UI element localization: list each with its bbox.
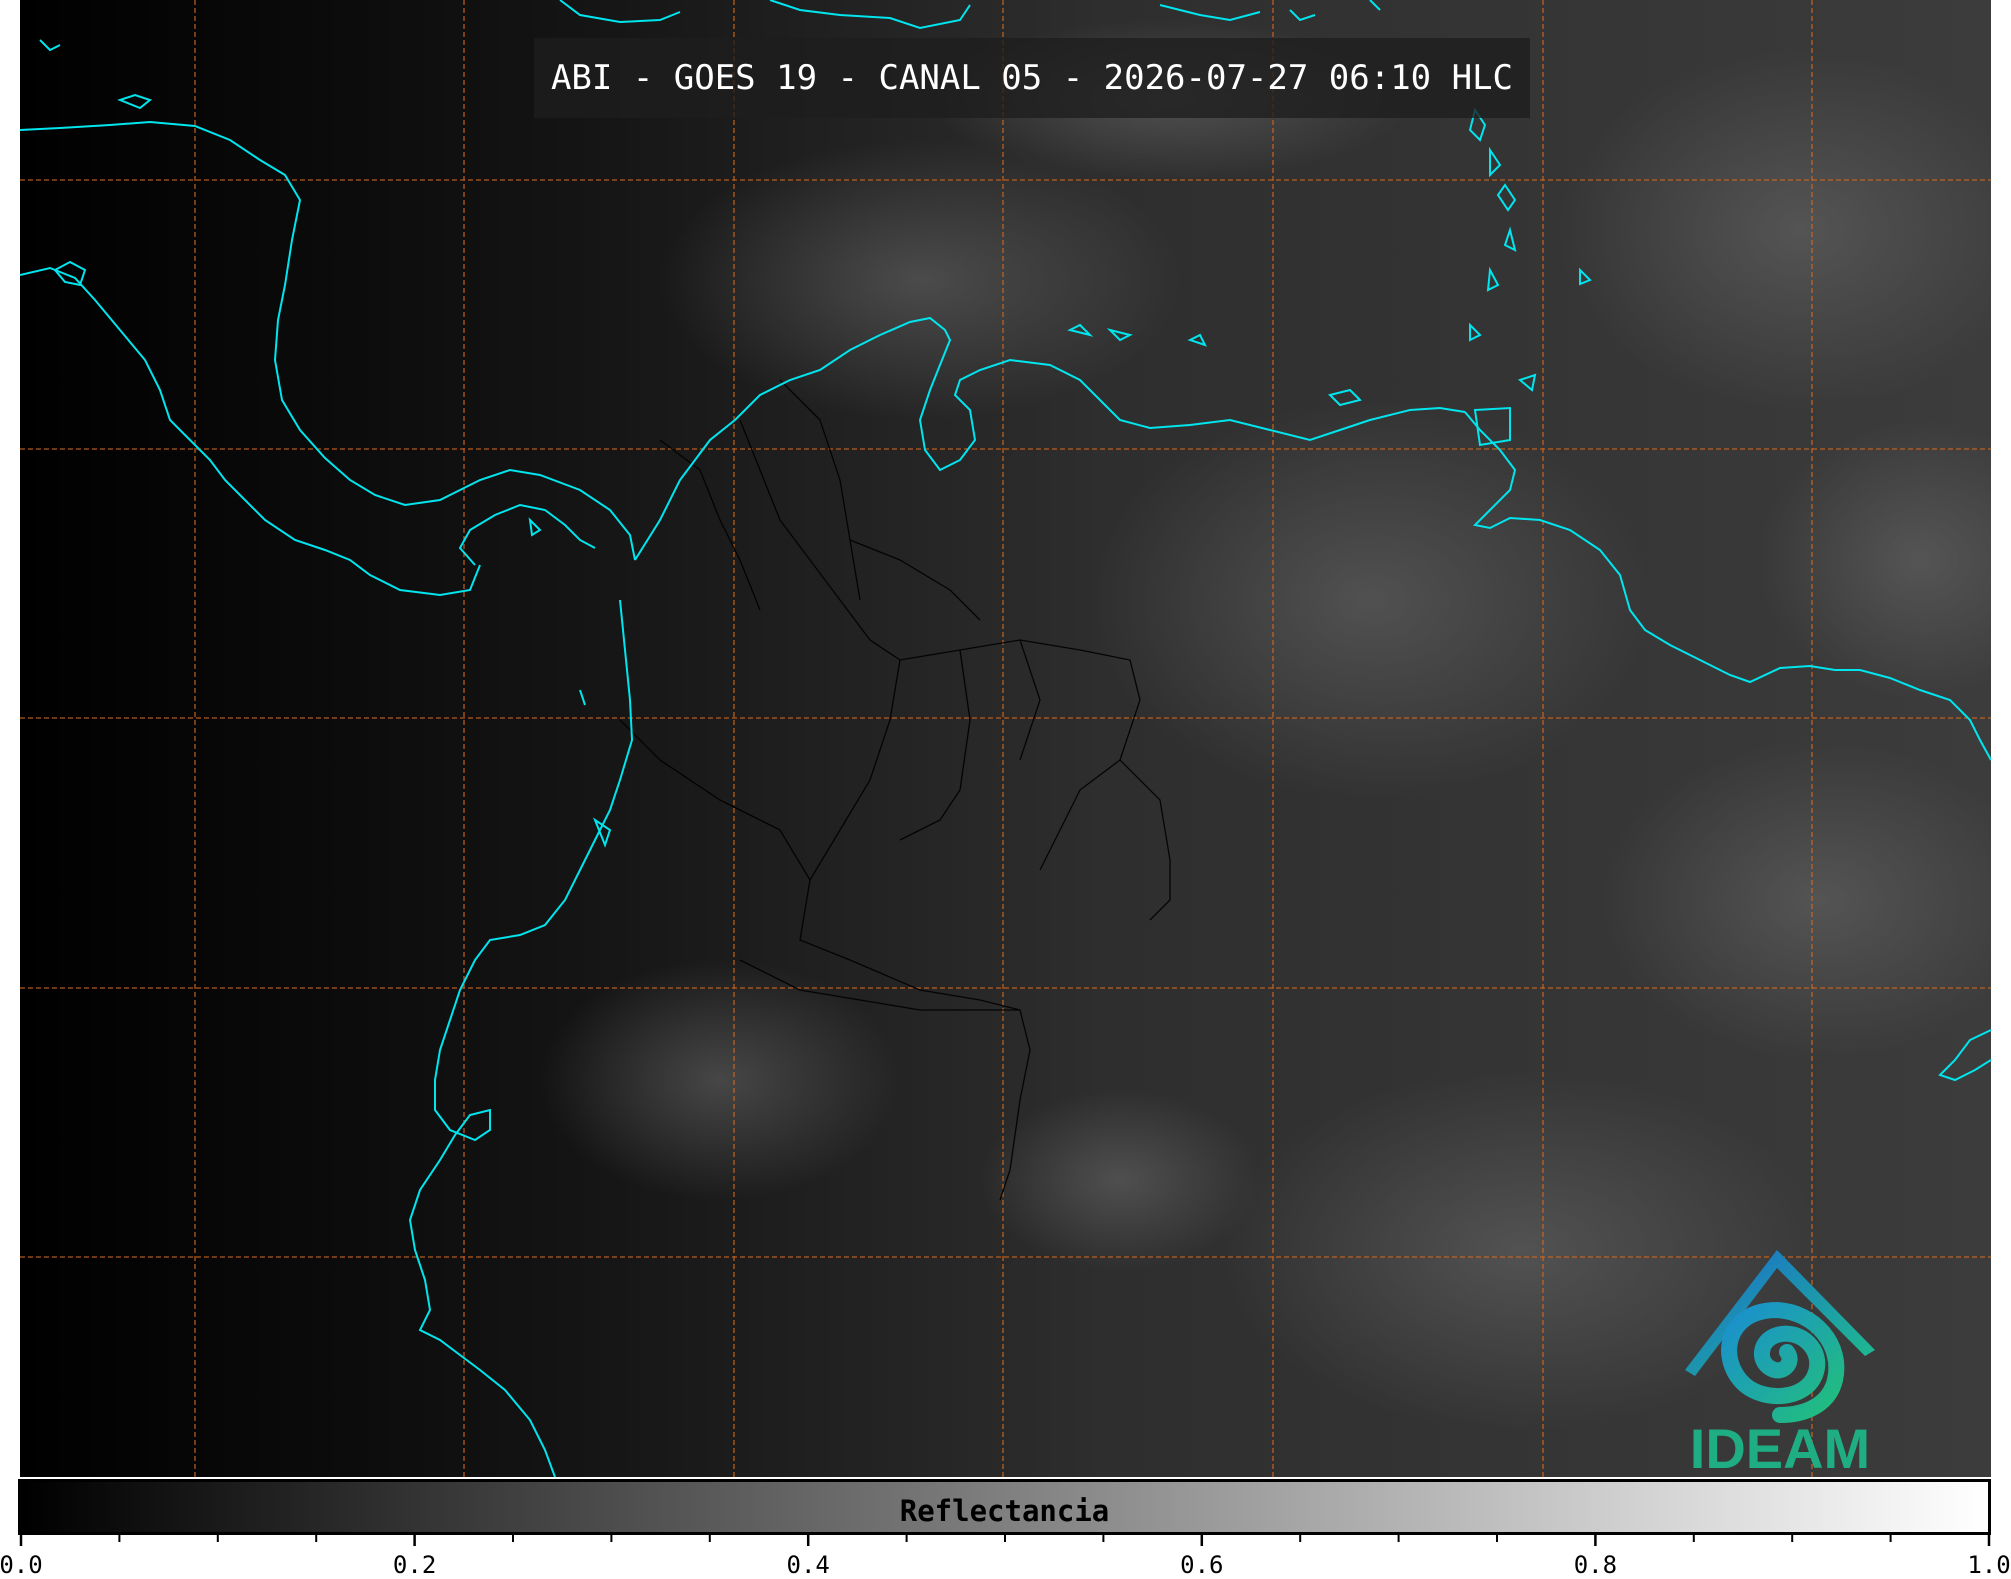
tick-label: 1.0 (1967, 1551, 2011, 1579)
tick-label: 0.0 (0, 1551, 43, 1579)
colorbar: Reflectancia (18, 1479, 1991, 1535)
title-box: ABI - GOES 19 - CANAL 05 - 2026-07-27 06… (534, 38, 1530, 118)
colorbar-label: Reflectancia (899, 1494, 1110, 1528)
colorbar-ticks (19, 1534, 1991, 1546)
tick-label: 0.8 (1573, 1551, 1618, 1579)
logo-text: IDEAM (1690, 1417, 1870, 1477)
map-title: ABI - GOES 19 - CANAL 05 - 2026-07-27 06… (550, 58, 1514, 98)
tick-label: 0.2 (392, 1551, 437, 1579)
tick-label: 0.6 (1180, 1551, 1224, 1579)
map-canvas: IDEAM (20, 0, 1991, 1477)
satellite-map: IDEAM ABI - GOES 19 - CANAL 05 - 2026-07… (20, 0, 1991, 1477)
tick-label: 0.4 (786, 1551, 830, 1579)
